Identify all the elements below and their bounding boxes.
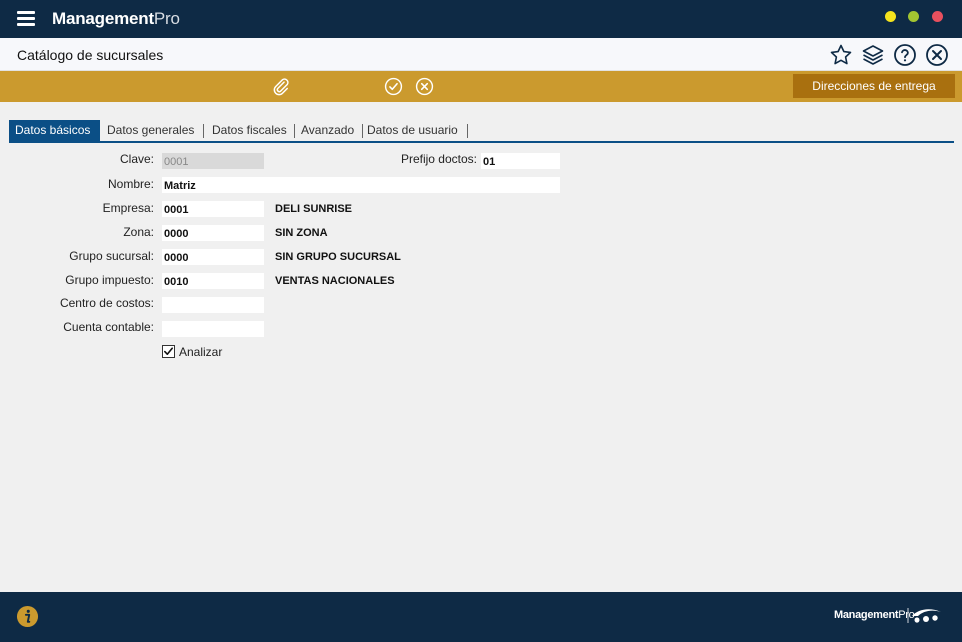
- grupo-sucursal-input[interactable]: [162, 249, 264, 265]
- cuenta-contable-input[interactable]: [162, 321, 264, 337]
- menu-icon[interactable]: [17, 11, 35, 26]
- nombre-label: Nombre:: [107, 177, 154, 191]
- clave-label: Clave:: [119, 152, 154, 166]
- zona-label: Zona:: [123, 225, 154, 239]
- empresa-label: Empresa:: [102, 201, 154, 215]
- app-top-bar: ManagementPro: [0, 0, 962, 38]
- tab-separator: [203, 124, 204, 138]
- action-toolbar: Direcciones de entrega: [0, 71, 962, 102]
- grupo-impuesto-description: VENTAS NACIONALES: [275, 275, 395, 287]
- tab-bar: Datos básicos Datos generales Datos fisc…: [9, 120, 954, 143]
- grupo-impuesto-input[interactable]: [162, 273, 264, 289]
- cuenta-contable-label: Cuenta contable:: [63, 320, 154, 334]
- grupo-sucursal-label: Grupo sucursal:: [69, 249, 154, 263]
- tab-datos-generales[interactable]: Datos generales: [101, 120, 200, 141]
- layers-icon[interactable]: [861, 43, 885, 67]
- help-icon[interactable]: [893, 43, 917, 67]
- cancel-circle-icon[interactable]: [415, 77, 434, 96]
- app-brand: ManagementPro: [52, 9, 180, 28]
- minimize-window-button[interactable]: [885, 11, 896, 22]
- brand-logo-icon: [907, 608, 941, 623]
- paperclip-icon[interactable]: [271, 77, 290, 96]
- direcciones-entrega-button[interactable]: Direcciones de entrega: [793, 74, 955, 98]
- analizar-label: Analizar: [179, 345, 223, 359]
- empresa-input[interactable]: [162, 201, 264, 217]
- tab-datos-de-usuario[interactable]: Datos de usuario: [361, 120, 464, 141]
- star-icon[interactable]: [829, 43, 853, 67]
- analizar-checkbox[interactable]: [162, 345, 175, 358]
- grupo-impuesto-label: Grupo impuesto:: [65, 273, 154, 287]
- close-window-button[interactable]: [932, 11, 943, 22]
- maximize-window-button[interactable]: [908, 11, 919, 22]
- nombre-input[interactable]: [162, 177, 560, 193]
- zona-description: SIN ZONA: [275, 227, 328, 239]
- info-icon[interactable]: [16, 605, 39, 628]
- tab-avanzado[interactable]: Avanzado: [295, 120, 360, 141]
- close-circle-icon[interactable]: [925, 43, 949, 67]
- check-circle-icon[interactable]: [384, 77, 403, 96]
- footer-brand: ManagementPro: [834, 609, 915, 621]
- tab-separator: [467, 124, 468, 138]
- prefijo-doctos-input[interactable]: [481, 153, 560, 169]
- tab-datos-fiscales[interactable]: Datos fiscales: [206, 120, 293, 141]
- centro-costos-label: Centro de costos:: [59, 296, 154, 310]
- title-bar: Catálogo de sucursales: [0, 38, 962, 71]
- zona-input[interactable]: [162, 225, 264, 241]
- tab-datos-basicos[interactable]: Datos básicos: [9, 120, 100, 141]
- checkmark-icon: [164, 347, 173, 355]
- prefijo-doctos-label: Prefijo doctos:: [400, 152, 477, 166]
- empresa-description: DELI SUNRISE: [275, 203, 353, 215]
- clave-input[interactable]: [162, 153, 264, 169]
- grupo-sucursal-description: SIN GRUPO SUCURSAL: [275, 251, 401, 263]
- page-title: Catálogo de sucursales: [17, 47, 164, 63]
- centro-costos-input[interactable]: [162, 297, 264, 313]
- app-footer: ManagementPro: [0, 592, 962, 642]
